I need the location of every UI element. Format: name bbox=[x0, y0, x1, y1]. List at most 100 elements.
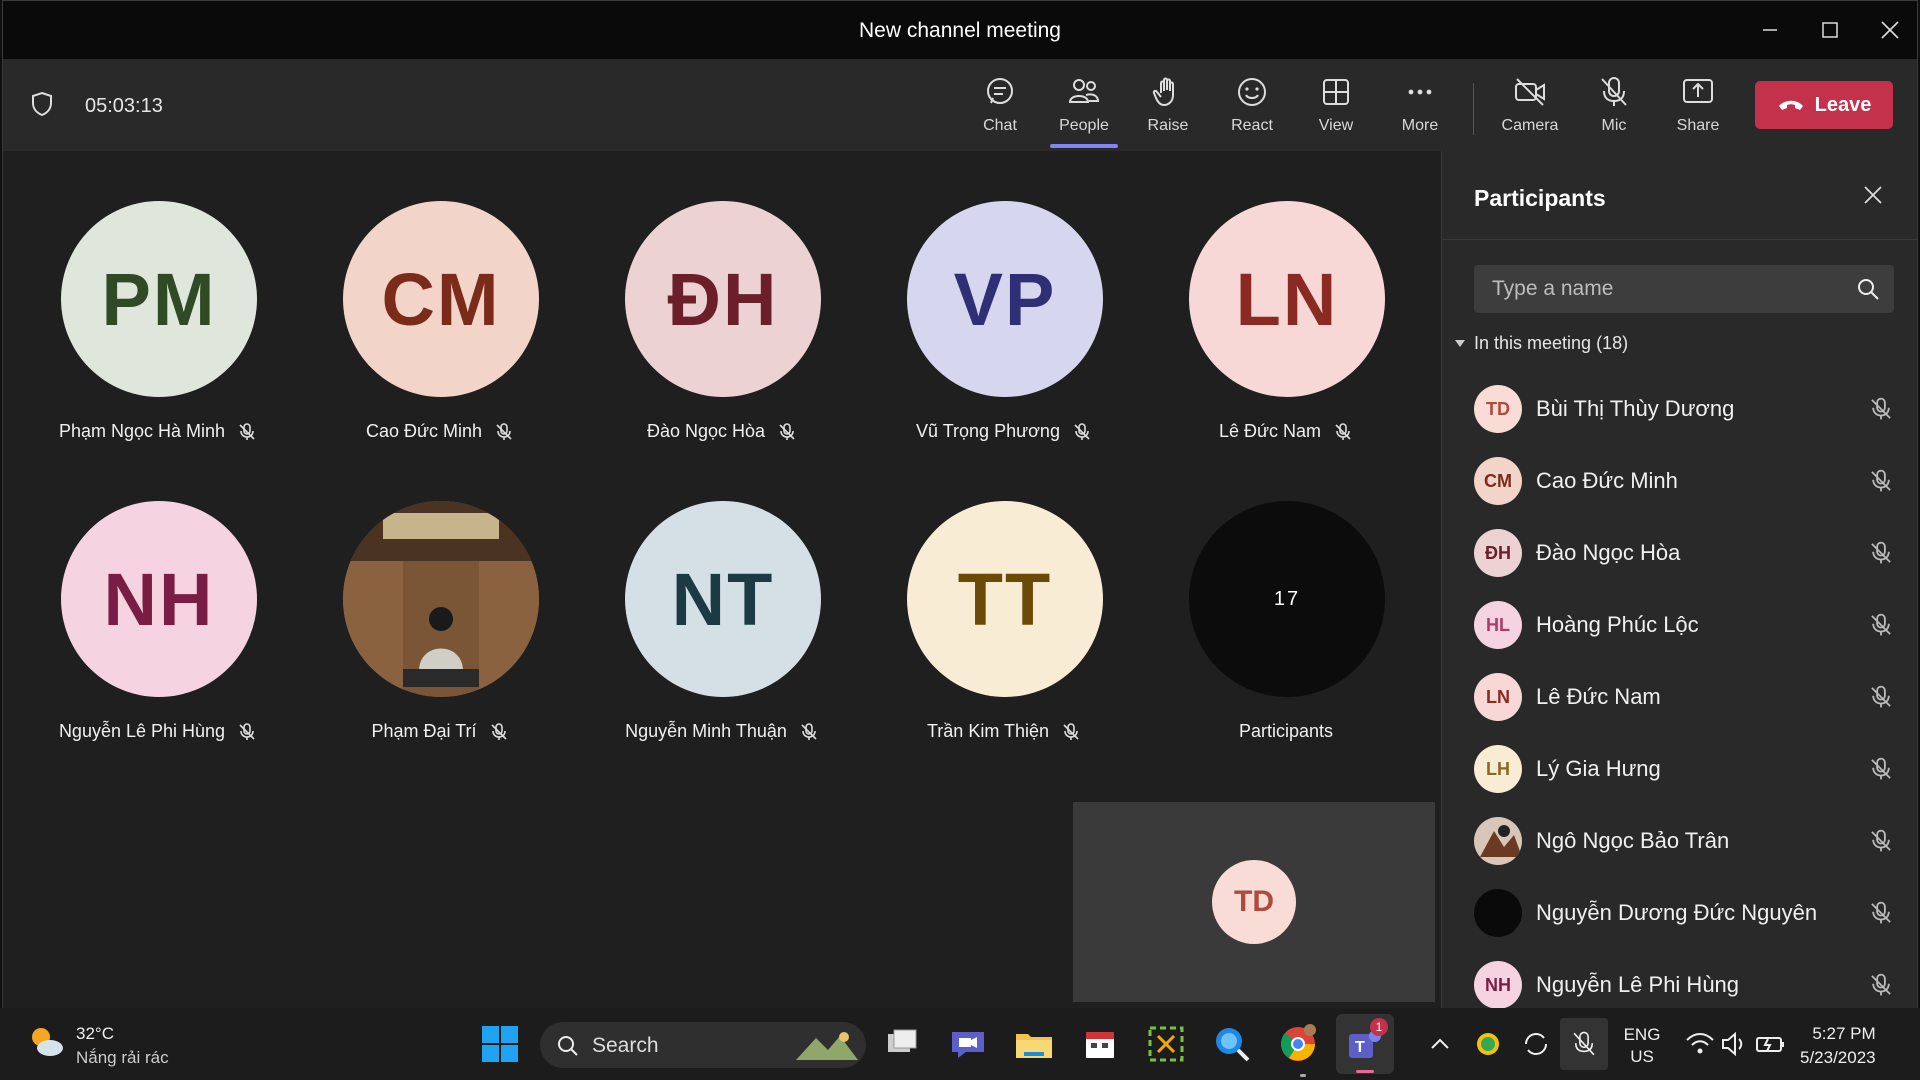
snipping-tool-icon[interactable] bbox=[1144, 1022, 1188, 1066]
teams-taskbar-button[interactable]: T 1 bbox=[1336, 1014, 1394, 1074]
participant-tile[interactable]: 17 Participants bbox=[1161, 501, 1391, 771]
mic-off-icon bbox=[779, 422, 795, 440]
chat-button[interactable]: Chat bbox=[960, 75, 1040, 145]
avatar-initials: NH bbox=[103, 557, 215, 641]
participant-avatar: NT bbox=[625, 501, 821, 697]
mic-button[interactable]: Mic bbox=[1574, 75, 1654, 145]
participant-name: Nguyễn Lê Phi Hùng bbox=[58, 721, 226, 741]
camera-label: Camera bbox=[1501, 117, 1559, 134]
participant-list-item[interactable]: ĐH Đào Ngọc Hòa bbox=[1442, 517, 1917, 589]
maximize-button[interactable] bbox=[1805, 11, 1855, 49]
avatar-initials: LN bbox=[1235, 257, 1339, 341]
participant-name-row: Phạm Đại Trí bbox=[295, 721, 585, 742]
mic-off-icon[interactable] bbox=[1868, 468, 1894, 494]
panel-divider bbox=[1442, 239, 1917, 240]
react-button[interactable]: React bbox=[1212, 75, 1292, 145]
mic-off-icon[interactable] bbox=[1868, 612, 1894, 638]
participant-name: Participants bbox=[1238, 721, 1334, 741]
camera-off-icon bbox=[1515, 78, 1545, 106]
mic-off-icon[interactable] bbox=[1868, 540, 1894, 566]
participant-tile[interactable]: ĐH Đào Ngọc Hòa bbox=[597, 201, 827, 471]
participant-tile[interactable]: NT Nguyễn Minh Thuận bbox=[597, 501, 827, 771]
weather-icon[interactable] bbox=[26, 1022, 66, 1062]
windows-start-icon[interactable] bbox=[478, 1022, 522, 1066]
participant-tile[interactable]: NH Nguyễn Lê Phi Hùng bbox=[33, 501, 263, 771]
close-window-button[interactable] bbox=[1865, 11, 1915, 49]
search-icon[interactable] bbox=[1856, 277, 1880, 301]
language-indicator[interactable]: ENG US bbox=[1616, 1024, 1668, 1068]
mic-off-icon[interactable] bbox=[1868, 684, 1894, 710]
participant-avatar bbox=[1474, 817, 1522, 865]
mic-off-icon bbox=[1573, 1031, 1595, 1056]
file-explorer-icon[interactable] bbox=[1012, 1022, 1056, 1066]
calendar-app-icon[interactable] bbox=[1078, 1022, 1122, 1066]
participant-tile[interactable]: Phạm Đại Trí bbox=[315, 501, 545, 771]
taskbar-search[interactable]: Search bbox=[540, 1022, 866, 1068]
battery-icon[interactable] bbox=[1754, 1028, 1786, 1060]
people-button[interactable]: People bbox=[1044, 75, 1124, 148]
title-bar: New channel meeting bbox=[3, 1, 1917, 59]
participant-tile[interactable]: PM Phạm Ngọc Hà Minh bbox=[33, 201, 263, 471]
leave-label: Leave bbox=[1814, 93, 1872, 116]
system-clock[interactable]: 5:27 PM 5/23/2023 bbox=[1800, 1022, 1876, 1070]
clock-time: 5:27 PM bbox=[1812, 1024, 1876, 1043]
participant-tile[interactable]: LN Lê Đức Nam bbox=[1161, 201, 1391, 471]
participant-list-item[interactable]: LH Lý Gia Hưng bbox=[1442, 733, 1917, 805]
participants-panel: Participants In this meeting (18) TD Bùi … bbox=[1441, 151, 1917, 1009]
mic-off-icon bbox=[1601, 77, 1627, 106]
camera-button[interactable]: Camera bbox=[1490, 75, 1570, 145]
participant-list-item[interactable]: TD Bùi Thị Thùy Dương bbox=[1442, 373, 1917, 445]
meeting-section-toggle[interactable]: In this meeting (18) bbox=[1454, 333, 1628, 354]
phone-hangup-icon bbox=[1778, 100, 1803, 110]
participant-tile[interactable]: CM Cao Đức Minh bbox=[315, 201, 545, 471]
participant-search-input[interactable] bbox=[1474, 265, 1834, 313]
browser-search-icon[interactable] bbox=[1210, 1022, 1254, 1066]
mic-off-icon[interactable] bbox=[1868, 828, 1894, 854]
share-button[interactable]: Share bbox=[1658, 75, 1738, 145]
meeting-toolbar: 05:03:13 Chat People Raise React View Mo… bbox=[3, 59, 1917, 151]
view-button[interactable]: View bbox=[1296, 75, 1376, 145]
raise-hand-button[interactable]: Raise bbox=[1128, 75, 1208, 145]
mic-off-icon[interactable] bbox=[1868, 396, 1894, 422]
sync-icon[interactable] bbox=[1518, 1026, 1554, 1062]
chat-icon bbox=[987, 78, 1013, 104]
more-icon bbox=[1408, 89, 1432, 95]
participant-name: Nguyễn Minh Thuận bbox=[625, 721, 787, 741]
more-button[interactable]: More bbox=[1380, 75, 1460, 145]
participant-list-item[interactable]: Ngô Ngọc Bảo Trân bbox=[1442, 805, 1917, 877]
mic-off-icon[interactable] bbox=[1868, 756, 1894, 782]
close-icon bbox=[1864, 186, 1882, 204]
view-label: View bbox=[1318, 117, 1354, 134]
lang-bottom: US bbox=[1630, 1047, 1654, 1066]
mic-off-icon[interactable] bbox=[1868, 972, 1894, 998]
participant-name: Cao Đức Minh bbox=[1536, 468, 1678, 493]
self-view[interactable]: TD bbox=[1073, 802, 1435, 1002]
participant-avatar: CM bbox=[1474, 457, 1522, 505]
wifi-icon[interactable] bbox=[1684, 1028, 1716, 1060]
task-view-icon[interactable] bbox=[880, 1022, 924, 1066]
mic-off-icon[interactable] bbox=[1868, 900, 1894, 926]
participant-name: Cao Đức Minh bbox=[365, 421, 483, 441]
participant-list-item[interactable]: Nguyễn Dương Đức Nguyên bbox=[1442, 877, 1917, 949]
panel-close-button[interactable] bbox=[1862, 181, 1884, 213]
participant-avatar bbox=[343, 501, 539, 697]
shield-icon[interactable] bbox=[31, 91, 53, 117]
participant-list-item[interactable]: CM Cao Đức Minh bbox=[1442, 445, 1917, 517]
participant-tile[interactable]: TT Trần Kim Thiện bbox=[879, 501, 1109, 771]
chrome-icon[interactable] bbox=[1276, 1022, 1320, 1066]
leave-button[interactable]: Leave bbox=[1755, 81, 1893, 129]
tray-app-icon[interactable] bbox=[1470, 1026, 1506, 1062]
minimize-button[interactable] bbox=[1745, 11, 1795, 49]
chevron-up-icon[interactable] bbox=[1422, 1026, 1458, 1062]
people-label: People bbox=[1059, 117, 1109, 134]
volume-icon[interactable] bbox=[1718, 1028, 1750, 1060]
participant-avatar: LH bbox=[1474, 745, 1522, 793]
participant-tile[interactable]: VP Vũ Trọng Phương bbox=[879, 201, 1109, 471]
mic-muted-tray-button[interactable] bbox=[1560, 1018, 1608, 1070]
hand-icon bbox=[1152, 77, 1174, 107]
meet-chat-icon[interactable] bbox=[946, 1022, 990, 1066]
weather-temp: 32°C bbox=[76, 1024, 114, 1043]
participant-list-item[interactable]: LN Lê Đức Nam bbox=[1442, 661, 1917, 733]
people-icon bbox=[1068, 79, 1100, 103]
participant-list-item[interactable]: HL Hoàng Phúc Lộc bbox=[1442, 589, 1917, 661]
